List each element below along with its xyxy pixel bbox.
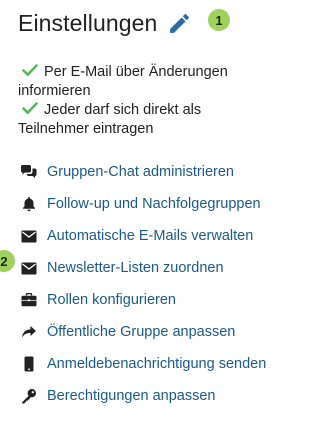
link-label: Anmeldebenachrichtigung senden <box>47 356 267 372</box>
chat-icon <box>20 164 38 180</box>
link-roles[interactable]: Rollen konfigurieren <box>18 284 274 316</box>
link-label: Newsletter-Listen zuordnen <box>47 260 224 276</box>
check-item-direct-join: Jeder darf sich direkt als Teilnehmer ei… <box>18 101 272 139</box>
check-item-text-cont: informieren <box>18 83 91 99</box>
settings-checklist: Per E-Mail über Änderungen informieren J… <box>18 63 272 139</box>
link-label: Follow-up und Nachfolgegruppen <box>47 196 261 212</box>
envelope-icon <box>20 228 38 244</box>
check-item-text: Per E-Mail über Änderungen <box>44 64 228 80</box>
link-label: Gruppen-Chat administrieren <box>47 164 234 180</box>
link-permissions[interactable]: Berechtigungen anpassen <box>18 380 274 412</box>
link-signup-notification[interactable]: Anmeldebenachrichtigung senden <box>18 348 274 380</box>
settings-links: Gruppen-Chat administrieren Follow-up un… <box>18 156 274 412</box>
share-arrow-icon <box>20 324 38 340</box>
briefcase-icon <box>20 292 38 308</box>
pencil-icon[interactable] <box>167 11 192 36</box>
link-label: Automatische E-Mails verwalten <box>47 228 254 244</box>
settings-header: Einstellungen <box>18 6 192 40</box>
check-item-email-notify: Per E-Mail über Änderungen informieren <box>18 63 272 101</box>
link-group-chat[interactable]: Gruppen-Chat administrieren <box>18 156 274 188</box>
checkmark-icon <box>22 63 38 77</box>
link-label: Öffentliche Gruppe anpassen <box>47 324 236 340</box>
mobile-phone-icon <box>20 356 38 372</box>
check-item-text-cont: Teilnehmer eintragen <box>18 121 154 137</box>
link-label: Berechtigungen anpassen <box>47 388 216 404</box>
key-icon <box>20 388 38 404</box>
bell-icon <box>20 196 38 212</box>
checkmark-icon <box>22 101 38 115</box>
link-follow-up[interactable]: Follow-up und Nachfolgegruppen <box>18 188 274 220</box>
check-item-text: Jeder darf sich direkt als <box>44 102 202 118</box>
envelope-icon <box>20 260 38 276</box>
page-title: Einstellungen <box>18 9 158 36</box>
link-label: Rollen konfigurieren <box>47 292 176 308</box>
link-auto-emails[interactable]: Automatische E-Mails verwalten <box>18 220 274 252</box>
step-badge-2: 2 <box>0 250 15 272</box>
link-newsletter-lists[interactable]: Newsletter-Listen zuordnen <box>18 252 274 284</box>
link-public-group[interactable]: Öffentliche Gruppe anpassen <box>18 316 274 348</box>
step-badge-1: 1 <box>208 9 230 31</box>
